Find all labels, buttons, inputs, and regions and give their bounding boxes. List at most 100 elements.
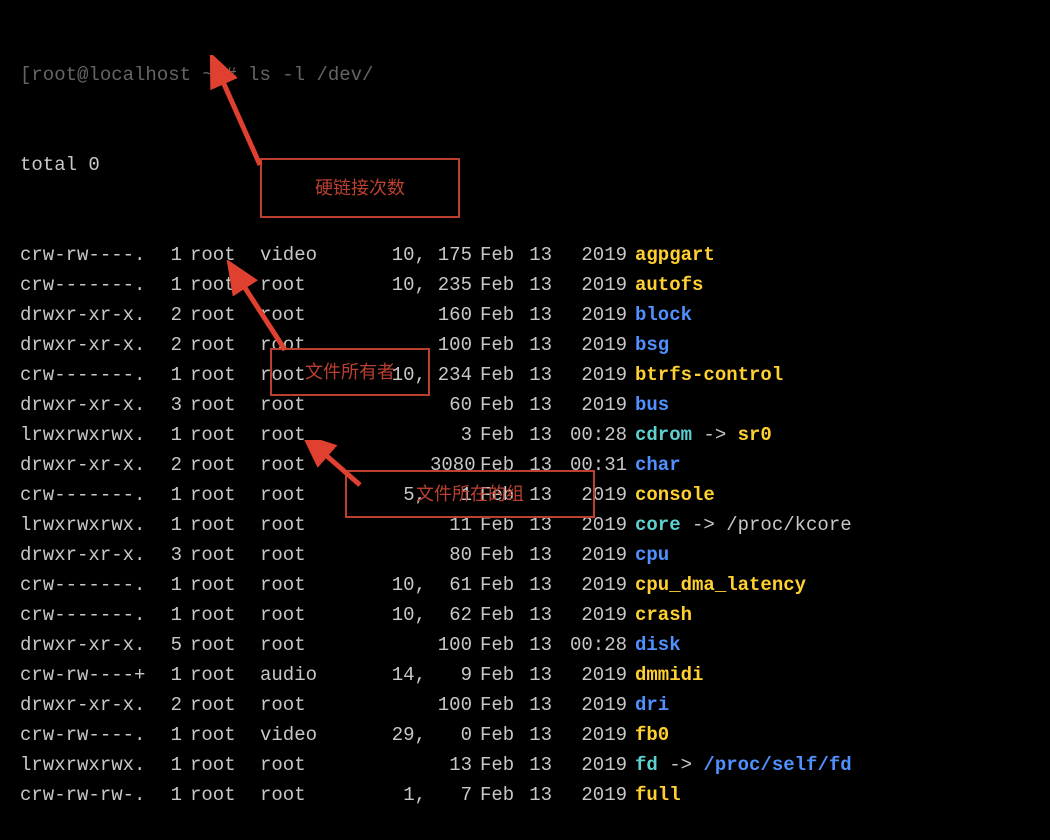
table-row: crw-------.1rootroot10,62Feb132019crash <box>20 600 1030 630</box>
file-name: core <box>635 510 681 540</box>
file-permissions: drwxr-xr-x. <box>20 630 160 660</box>
file-owner: root <box>190 660 260 690</box>
file-owner: root <box>190 240 260 270</box>
file-day: 13 <box>525 690 560 720</box>
file-month: Feb <box>480 570 525 600</box>
file-time: 2019 <box>560 570 635 600</box>
file-size-major <box>350 690 430 720</box>
file-name: dmmidi <box>635 660 703 690</box>
table-row: crw-rw-rw-.1rootroot1,7Feb132019full <box>20 780 1030 810</box>
file-links-count: 1 <box>160 360 190 390</box>
file-time: 2019 <box>560 660 635 690</box>
file-month: Feb <box>480 450 525 480</box>
file-size-minor: 9 <box>430 660 480 690</box>
file-group: root <box>260 480 350 510</box>
file-day: 13 <box>525 720 560 750</box>
file-name: cdrom <box>635 420 692 450</box>
table-row: drwxr-xr-x.2rootroot100Feb132019dri <box>20 690 1030 720</box>
file-time: 2019 <box>560 690 635 720</box>
file-name: console <box>635 480 715 510</box>
file-permissions: crw-------. <box>20 600 160 630</box>
file-group: root <box>260 570 350 600</box>
file-group: audio <box>260 660 350 690</box>
symlink-arrow: -> <box>658 750 704 780</box>
file-size-minor: 3 <box>430 420 480 450</box>
file-day: 13 <box>525 270 560 300</box>
file-month: Feb <box>480 690 525 720</box>
file-month: Feb <box>480 510 525 540</box>
file-owner: root <box>190 780 260 810</box>
file-size-minor: 7 <box>430 780 480 810</box>
table-row: drwxr-xr-x.2rootroot100Feb132019bsg <box>20 330 1030 360</box>
file-day: 13 <box>525 300 560 330</box>
file-group: video <box>260 240 350 270</box>
file-month: Feb <box>480 540 525 570</box>
file-name: full <box>635 780 681 810</box>
file-time: 2019 <box>560 600 635 630</box>
terminal-output: [root@localhost ~]# ls -l /dev/ total 0 … <box>20 0 1030 840</box>
file-time: 00:28 <box>560 420 635 450</box>
file-group: root <box>260 420 350 450</box>
symlink-arrow: -> <box>681 510 727 540</box>
file-name: fd <box>635 750 658 780</box>
file-permissions: drwxr-xr-x. <box>20 390 160 420</box>
table-row: crw-------.1rootroot10,234Feb132019btrfs… <box>20 360 1030 390</box>
file-time: 2019 <box>560 240 635 270</box>
file-links-count: 1 <box>160 780 190 810</box>
file-size-minor: 0 <box>430 720 480 750</box>
file-size-major <box>350 390 430 420</box>
file-size-major <box>350 450 430 480</box>
file-permissions: crw-rw----. <box>20 720 160 750</box>
file-owner: root <box>190 360 260 390</box>
file-month: Feb <box>480 600 525 630</box>
file-name: autofs <box>635 270 703 300</box>
file-name: char <box>635 450 681 480</box>
file-month: Feb <box>480 750 525 780</box>
file-name: btrfs-control <box>635 360 783 390</box>
file-group: root <box>260 270 350 300</box>
file-links-count: 3 <box>160 390 190 420</box>
file-day: 13 <box>525 390 560 420</box>
file-time: 2019 <box>560 750 635 780</box>
file-size-major <box>350 510 430 540</box>
file-links-count: 1 <box>160 420 190 450</box>
file-permissions: drwxr-xr-x. <box>20 540 160 570</box>
file-month: Feb <box>480 390 525 420</box>
file-month: Feb <box>480 720 525 750</box>
file-links-count: 1 <box>160 480 190 510</box>
table-row: crw-------.1rootroot10,61Feb132019cpu_dm… <box>20 570 1030 600</box>
file-owner: root <box>190 630 260 660</box>
file-name: dri <box>635 690 669 720</box>
file-permissions: crw-rw----+ <box>20 660 160 690</box>
file-permissions: lrwxrwxrwx. <box>20 510 160 540</box>
table-row: crw-rw----.1rootvideo29,0Feb132019fb0 <box>20 720 1030 750</box>
file-size-major <box>350 750 430 780</box>
file-size-major: 10, <box>350 270 430 300</box>
file-size-minor: 100 <box>430 330 480 360</box>
file-owner: root <box>190 480 260 510</box>
file-day: 13 <box>525 780 560 810</box>
file-owner: root <box>190 690 260 720</box>
symlink-target: /proc/kcore <box>726 510 851 540</box>
file-size-major: 10, <box>350 570 430 600</box>
file-day: 13 <box>525 510 560 540</box>
file-owner: root <box>190 420 260 450</box>
file-links-count: 1 <box>160 600 190 630</box>
file-day: 13 <box>525 630 560 660</box>
file-month: Feb <box>480 300 525 330</box>
file-size-minor: 13 <box>430 750 480 780</box>
file-permissions: crw-------. <box>20 360 160 390</box>
table-row: lrwxrwxrwx.1rootroot3Feb1300:28cdrom -> … <box>20 420 1030 450</box>
file-name: cpu <box>635 540 669 570</box>
file-permissions: crw-rw----. <box>20 240 160 270</box>
file-owner: root <box>190 540 260 570</box>
file-group: root <box>260 510 350 540</box>
file-links-count: 1 <box>160 570 190 600</box>
total-line: total 0 <box>20 150 1030 180</box>
file-size-minor: 62 <box>430 600 480 630</box>
file-month: Feb <box>480 270 525 300</box>
file-permissions: lrwxrwxrwx. <box>20 750 160 780</box>
file-links-count: 1 <box>160 750 190 780</box>
file-size-major: 10, <box>350 240 430 270</box>
file-owner: root <box>190 300 260 330</box>
